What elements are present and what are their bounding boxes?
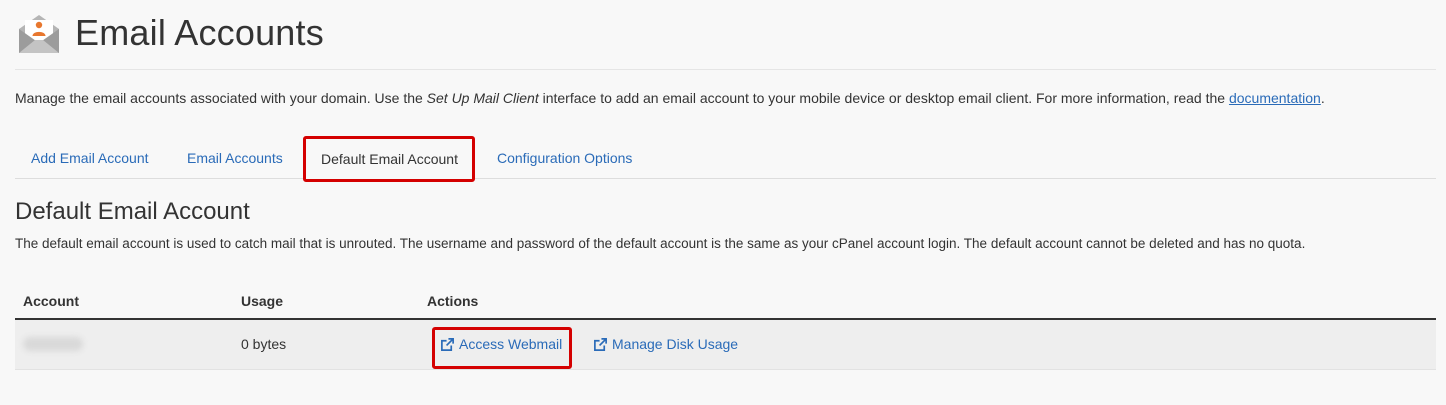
tab-email-accounts[interactable]: Email Accounts (187, 137, 283, 179)
tab-bar: Add Email Account Email Accounts Default… (15, 137, 1436, 179)
documentation-link[interactable]: documentation (1229, 90, 1321, 106)
page-header: Email Accounts (15, 9, 324, 57)
column-header-account: Account (23, 293, 79, 309)
manage-disk-usage-link[interactable]: Manage Disk Usage (593, 336, 738, 352)
column-header-usage: Usage (241, 293, 284, 309)
tab-configuration-options[interactable]: Configuration Options (497, 137, 632, 179)
default-account-table: Account Usage Actions 0 bytes Access Web… (15, 290, 1436, 370)
description-text-continued: interface to add an email account to you… (538, 90, 1229, 106)
section-title: Default Email Account (15, 198, 250, 225)
header-divider (15, 69, 1436, 70)
external-link-icon (441, 337, 454, 351)
page-description: Manage the email accounts associated wit… (15, 90, 1325, 106)
access-webmail-link[interactable]: Access Webmail (440, 336, 562, 352)
external-link-icon (594, 337, 607, 351)
table-row: 0 bytes Access Webmail Manage Disk Usage (15, 320, 1436, 370)
tab-add-email-account[interactable]: Add Email Account (31, 137, 149, 179)
usage-value: 0 bytes (241, 336, 287, 352)
page-title: Email Accounts (75, 12, 324, 53)
email-accounts-page: Email Accounts Manage the email accounts… (0, 0, 1446, 405)
email-envelope-icon (19, 15, 59, 53)
account-name-blurred (23, 337, 83, 351)
manage-disk-usage-label: Manage Disk Usage (612, 336, 739, 352)
description-end: . (1320, 90, 1325, 106)
set-up-mail-client-text: Set Up Mail Client (426, 90, 539, 106)
table-header: Account Usage Actions (15, 290, 1436, 320)
section-description: The default email account is used to cat… (15, 236, 1306, 251)
access-webmail-label: Access Webmail (459, 336, 563, 352)
tab-default-email-account[interactable]: Default Email Account (305, 137, 474, 179)
column-header-actions: Actions (427, 293, 479, 309)
description-text: Manage the email accounts associated wit… (15, 90, 427, 106)
